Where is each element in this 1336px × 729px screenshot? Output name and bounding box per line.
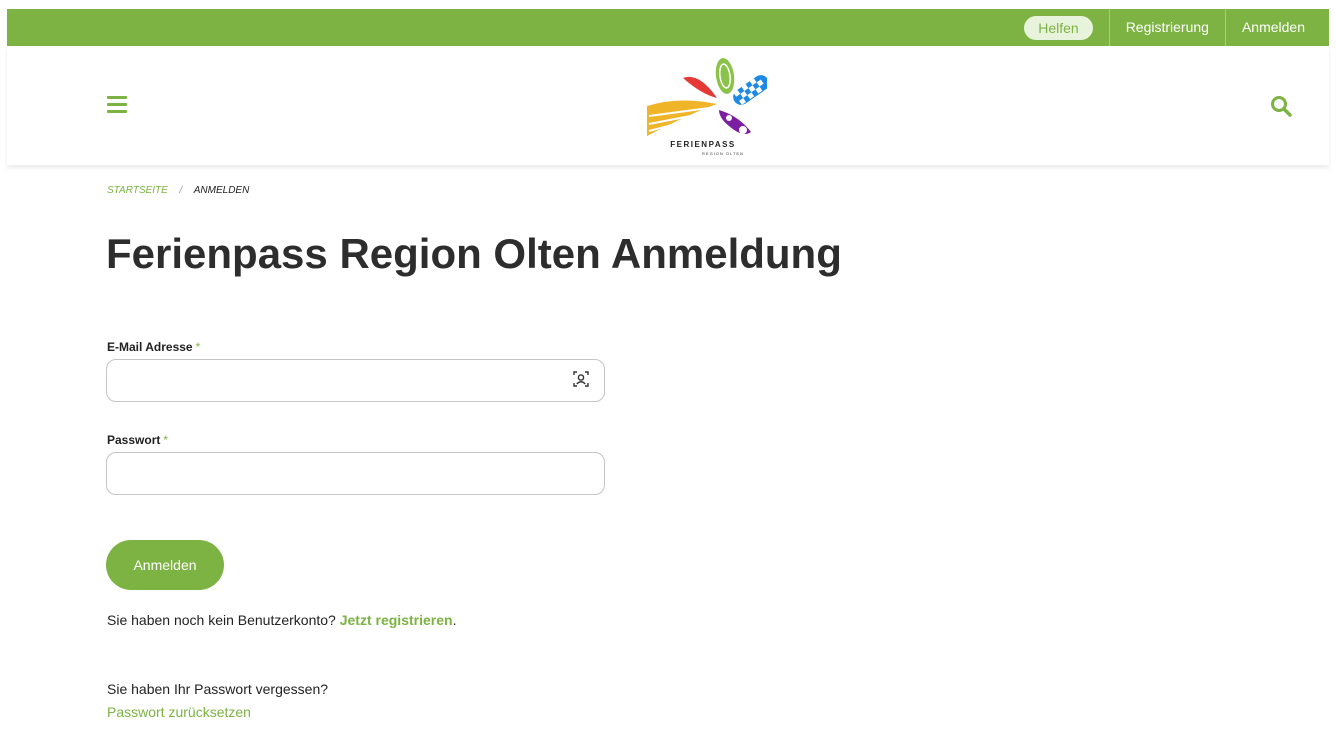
login-link[interactable]: Anmelden bbox=[1226, 9, 1321, 46]
password-field[interactable] bbox=[106, 452, 605, 495]
page-title: Ferienpass Region Olten Anmeldung bbox=[106, 230, 842, 277]
hamburger-menu-icon[interactable] bbox=[107, 96, 127, 113]
login-button[interactable]: Anmelden bbox=[106, 540, 224, 590]
breadcrumb-current: ANMELDEN bbox=[193, 185, 250, 196]
password-label: Passwort * bbox=[107, 433, 168, 447]
logo-graphic bbox=[647, 58, 769, 136]
forgot-password-text: Sie haben Ihr Passwort vergessen? bbox=[107, 681, 329, 697]
site-header: FERIENPASS REGION OLTEN bbox=[7, 46, 1329, 165]
search-icon[interactable] bbox=[1269, 94, 1293, 118]
top-bar: Helfen Registrierung Anmelden bbox=[7, 9, 1329, 46]
required-mark: * bbox=[195, 340, 201, 354]
breadcrumb-separator: / bbox=[179, 185, 183, 196]
register-now-link[interactable]: Jetzt registrieren bbox=[340, 612, 453, 628]
password-manager-icon[interactable] bbox=[572, 370, 590, 388]
register-prompt: Sie haben noch kein Benutzerkonto? Jetzt… bbox=[107, 612, 456, 628]
email-label-text: E-Mail Adresse bbox=[107, 340, 193, 354]
register-prompt-suffix: . bbox=[452, 612, 457, 628]
register-link[interactable]: Registrierung bbox=[1110, 9, 1225, 46]
reset-password-link[interactable]: Passwort zurücksetzen bbox=[107, 704, 251, 720]
register-prompt-text: Sie haben noch kein Benutzerkonto? bbox=[107, 612, 336, 628]
ferienpass-logo[interactable]: FERIENPASS REGION OLTEN bbox=[639, 52, 769, 160]
required-mark: * bbox=[163, 433, 169, 447]
logo-subtext: REGION OLTEN bbox=[702, 151, 744, 156]
email-label: E-Mail Adresse * bbox=[107, 340, 200, 354]
logo-text: FERIENPASS bbox=[670, 140, 736, 149]
breadcrumb-home[interactable]: STARTSEITE bbox=[107, 185, 168, 196]
breadcrumb: STARTSEITE / ANMELDEN bbox=[107, 185, 249, 196]
help-button[interactable]: Helfen bbox=[1024, 15, 1093, 40]
email-field[interactable] bbox=[106, 359, 605, 402]
password-label-text: Passwort bbox=[107, 433, 161, 447]
